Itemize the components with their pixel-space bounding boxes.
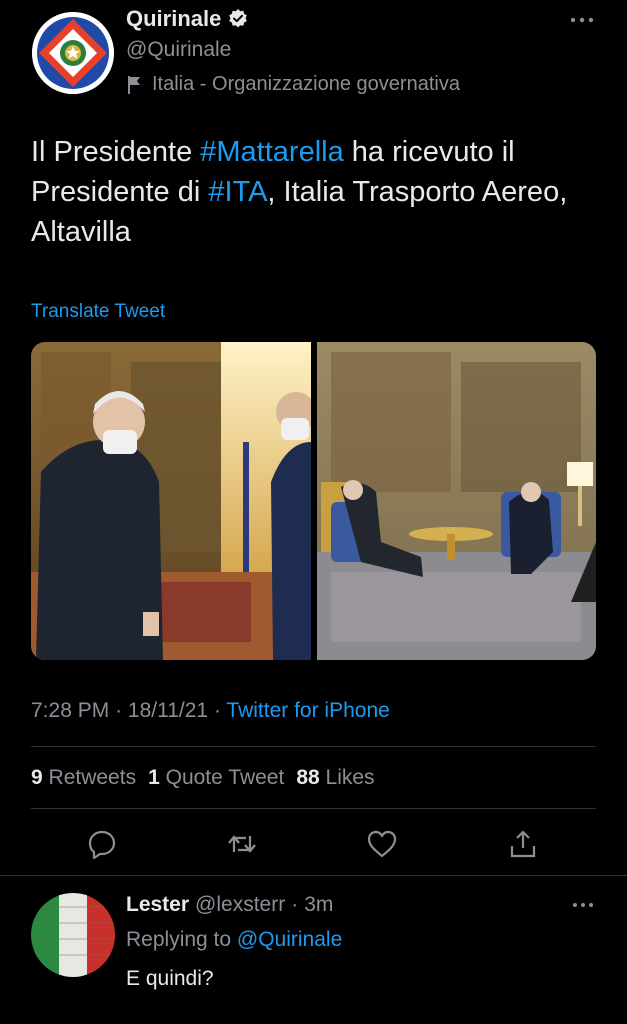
reply-age[interactable]: 3m	[304, 893, 333, 917]
meta-separator: ·	[213, 699, 221, 722]
reply-author-name[interactable]: Lester	[126, 893, 189, 917]
tweet-photos	[31, 342, 596, 660]
reply-author-handle[interactable]: @lexsterr	[195, 893, 285, 917]
retweet-icon	[228, 835, 256, 853]
retweets-count: 9	[31, 766, 43, 789]
author-name-row[interactable]: Quirinale	[126, 6, 249, 32]
tweet-text: Il Presidente #Mattarella ha ricevuto il…	[31, 132, 606, 252]
meta-separator: ·	[115, 699, 123, 722]
tweet-text-part: Il Presidente	[31, 136, 201, 168]
like-button[interactable]	[366, 828, 398, 860]
likes-stat[interactable]: 88 Likes	[296, 766, 374, 790]
more-options-icon	[573, 903, 593, 907]
verified-badge-icon	[229, 9, 248, 28]
hashtag-link[interactable]: #Mattarella	[200, 136, 343, 168]
share-button[interactable]	[507, 828, 539, 860]
quotes-label: Quote Tweet	[165, 766, 285, 789]
divider	[31, 808, 596, 809]
quotes-count: 1	[148, 766, 160, 789]
tweet-time[interactable]: 7:28 PM	[31, 699, 109, 722]
author-handle[interactable]: @Quirinale	[126, 38, 231, 62]
retweets-stat[interactable]: 9 Retweets	[31, 766, 136, 790]
tweet-date[interactable]: 18/11/21	[128, 699, 208, 722]
likes-count: 88	[296, 766, 320, 789]
meta-separator: ·	[291, 893, 299, 916]
photo-right[interactable]	[317, 342, 596, 660]
likes-label: Likes	[325, 766, 375, 789]
tweet-media	[31, 342, 596, 660]
reply-text: E quindi?	[126, 967, 214, 990]
tweet-source[interactable]: Twitter for iPhone	[226, 699, 389, 722]
flag-icon	[128, 75, 140, 94]
quirinale-emblem-icon	[32, 12, 114, 94]
tweet-stats: 9 Retweets 1 Quote Tweet 88 Likes	[31, 766, 375, 790]
divider	[0, 875, 627, 876]
translate-tweet-link[interactable]: Translate Tweet	[31, 301, 165, 323]
reply-author-avatar[interactable]	[31, 893, 115, 977]
reply-icon	[88, 830, 116, 860]
author-avatar[interactable]	[32, 12, 114, 94]
hashtag-link[interactable]: #ITA	[208, 176, 267, 208]
replying-to: Replying to @Quirinale	[126, 928, 342, 952]
divider	[31, 746, 596, 747]
quotes-stat[interactable]: 1 Quote Tweet	[148, 766, 284, 790]
reply-header: Lester @lexsterr · 3m	[126, 893, 333, 917]
like-icon	[367, 830, 397, 858]
author-name[interactable]: Quirinale	[126, 6, 221, 32]
photo-left[interactable]	[31, 342, 316, 660]
tweet-meta: 7:28 PM · 18/11/21 · Twitter for iPhone	[31, 699, 390, 723]
retweet-button[interactable]	[226, 828, 258, 860]
author-category: Italia - Organizzazione governativa	[126, 73, 460, 96]
italian-flag-avatar-icon	[31, 893, 115, 977]
reply-button[interactable]	[86, 828, 118, 860]
more-options-button[interactable]	[566, 12, 598, 28]
replying-mention-link[interactable]: @Quirinale	[237, 928, 342, 951]
reply-more-options-button[interactable]	[570, 898, 596, 912]
share-icon	[510, 830, 536, 858]
retweets-label: Retweets	[48, 766, 137, 789]
author-category-label: Italia - Organizzazione governativa	[152, 73, 460, 95]
more-options-icon	[570, 17, 594, 23]
replying-prefix: Replying to	[126, 928, 232, 951]
